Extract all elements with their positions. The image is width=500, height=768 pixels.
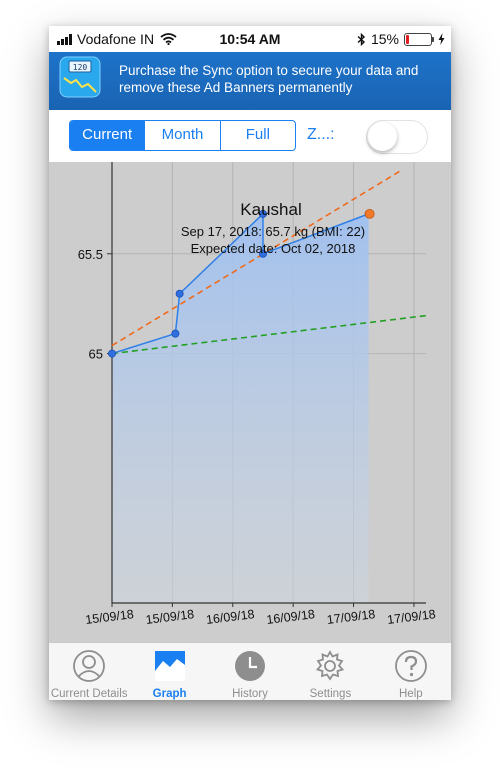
zoom-toggle-knob[interactable] [368,122,397,151]
app-logo-icon: 120 [59,56,101,98]
chart-annotation-2: Expected date: Oct 02, 2018 [191,241,356,256]
help-icon [394,650,427,682]
x-tick-label: 16/09/18 [266,607,316,627]
tab-label: History [232,688,268,700]
y-tick-label: 65.5 [78,247,103,262]
chart-title: Kaushal [240,200,301,219]
chart-annotation-1: Sep 17, 2018: 65.7 kg (BMI: 22) [181,224,365,239]
weight-chart-svg: 15/09/18 15/09/18 16/09/18 16/09/18 17/09/18… [78,162,436,627]
segment-current[interactable]: Current [70,121,145,150]
tab-bar: Current Details Graph History Settings Help [49,642,451,700]
app-logo-text: 120 [73,63,88,72]
x-tick-label: 16/09/18 [205,607,255,627]
highlight-point [364,208,375,219]
tab-current-details[interactable]: Current Details [49,643,129,700]
tab-settings[interactable]: Settings [290,643,370,700]
x-tick-label: 15/09/18 [85,607,135,627]
segment-month[interactable]: Month [144,121,219,150]
gear-icon [316,650,345,681]
battery-icon [404,32,434,46]
battery-percent: 15% [370,31,399,47]
tab-graph[interactable]: Graph [129,643,209,700]
charging-icon [438,33,445,45]
bluetooth-icon [357,32,365,46]
data-point [175,289,184,298]
graph-controls: Current Month Full Z...: [49,110,451,162]
tab-label: Current Details [50,688,128,700]
banner-text: Purchase the Sync option to secure your … [119,63,419,95]
status-bar: Vodafone IN 10:54 AM 15% [49,26,451,52]
tab-label: Settings [309,688,352,700]
clock-icon [235,651,266,681]
zoom-label: Z...: [307,126,335,143]
tab-label: Graph [152,688,187,700]
zoom-toggle[interactable] [366,120,428,154]
status-right: 15% [357,31,445,47]
data-point [171,329,180,338]
ad-banner[interactable]: 120 Purchase the Sync option to secure y… [49,52,451,110]
segment-full[interactable]: Full [219,121,295,150]
tab-help[interactable]: Help [371,643,451,700]
tab-history[interactable]: History [210,643,290,700]
x-tick-label: 17/09/18 [326,607,376,627]
x-tick-label: 17/09/18 [386,607,436,627]
graph-icon [154,651,185,681]
tab-label: Help [399,688,423,700]
data-point [108,349,117,358]
series-area-fill [112,213,369,603]
phone-screen: Vodafone IN 10:54 AM 15% 120 Purchase th… [49,26,451,700]
weight-chart[interactable]: 15/09/18 15/09/18 16/09/18 16/09/18 17/09/18… [49,162,451,642]
y-tick-label: 65 [89,347,103,362]
range-segmented-control[interactable]: Current Month Full [69,120,296,151]
person-icon [73,650,106,682]
x-tick-label: 15/09/18 [145,607,195,627]
